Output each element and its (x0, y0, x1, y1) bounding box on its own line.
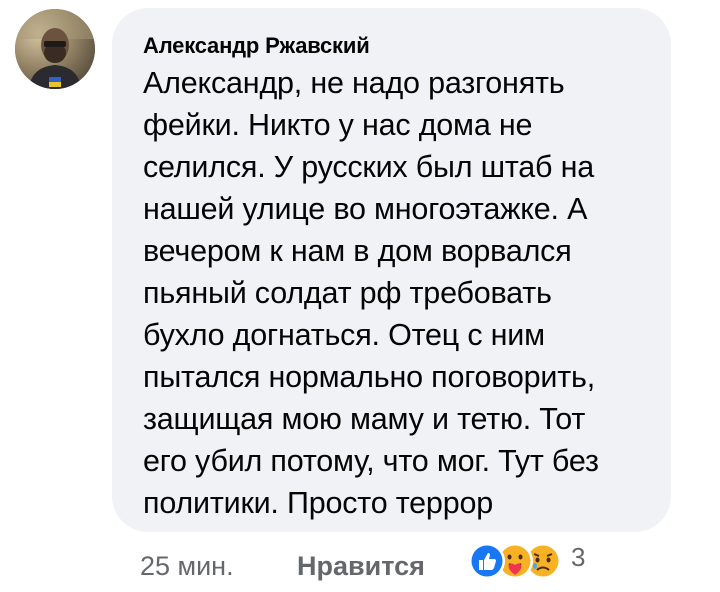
timestamp[interactable]: 25 мин. (140, 548, 234, 584)
comment-line: защищая мою маму и тетю. Тот (143, 402, 586, 436)
avatar-photo (15, 9, 95, 89)
comment-line: нашей улице во многоэтажке. А (143, 192, 588, 226)
comment-bubble: Александр Ржавский Александр, не надо ра… (112, 8, 671, 532)
comment-line: бухло догнаться. Отец с ним (143, 318, 545, 352)
like-button[interactable]: Нравится (297, 548, 425, 584)
comment-line: пьяный солдат рф требовать (143, 276, 552, 310)
reaction-count: 3 (571, 542, 586, 572)
comment-line: Александр, не надо разгонять (143, 66, 565, 100)
like-icon (467, 541, 507, 581)
comment-text: Александр, не надо разгонять фейки. Никт… (143, 62, 651, 524)
comment-line: политики. Просто террор (143, 486, 493, 520)
avatar[interactable] (15, 9, 95, 89)
comment-line: пытался нормально поговорить, (143, 360, 595, 394)
comment-line: селился. У русских был штаб на (143, 150, 594, 184)
comment-footer: 25 мин. Нравится 3 (140, 542, 700, 588)
reactions-summary[interactable]: 3 (467, 541, 585, 585)
comment-line: фейки. Никто у нас дома не (143, 108, 533, 142)
author-name[interactable]: Александр Ржавский (143, 32, 651, 60)
comment-line: вечером к нам в дом ворвался (143, 234, 572, 268)
comment-line: его убил потому, что мог. Тут без (143, 444, 599, 478)
comment: Александр Ржавский Александр, не надо ра… (0, 0, 720, 592)
